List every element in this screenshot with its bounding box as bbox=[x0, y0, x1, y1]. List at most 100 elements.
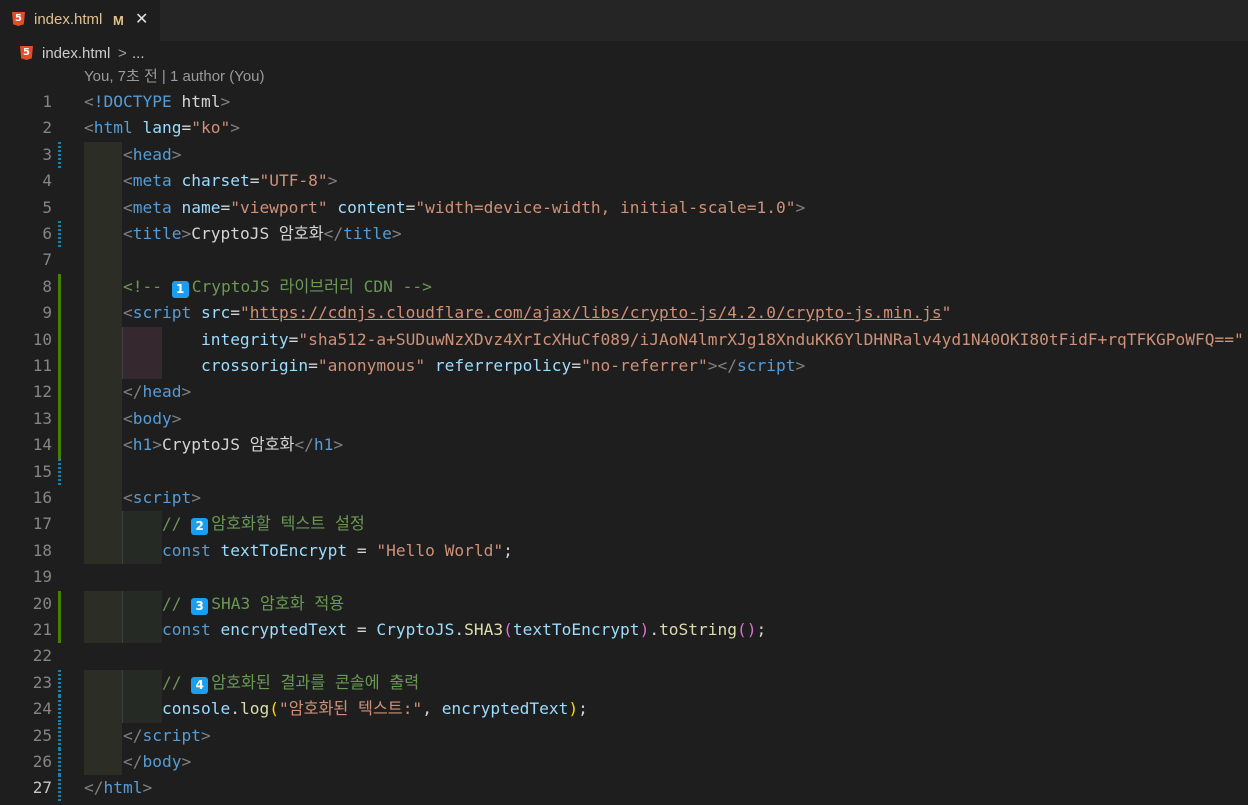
indent-guide bbox=[84, 458, 123, 485]
code-line[interactable]: 6 <title>CryptoJS 암호화</title> bbox=[0, 221, 1248, 248]
gutter-added-marker[interactable] bbox=[58, 353, 61, 380]
code-line[interactable]: 18 const textToEncrypt = "Hello World"; bbox=[0, 537, 1248, 565]
code-line[interactable]: 22 bbox=[0, 643, 1248, 669]
code-token: < bbox=[122, 197, 133, 217]
code-editor[interactable]: 1 <!DOCTYPE html> 2 <html lang="ko"> 3 <head… bbox=[0, 89, 1248, 805]
gutter-added-marker[interactable] bbox=[58, 326, 61, 353]
code-line[interactable]: 16 <script> bbox=[0, 485, 1248, 512]
git-blame-lens[interactable]: You, 7초 전 | 1 author (You) bbox=[84, 67, 265, 87]
breadcrumb-file[interactable]: index.html bbox=[42, 44, 110, 64]
code-token: </ bbox=[294, 435, 314, 455]
code-text: <meta name="viewport" content="width=dev… bbox=[84, 195, 805, 221]
code-token: const bbox=[161, 540, 221, 560]
code-line[interactable]: 17 // 2 암호화할 텍스트 설정 bbox=[0, 511, 1248, 538]
gutter-modified-marker[interactable] bbox=[58, 775, 61, 802]
code-line[interactable]: 26 </body> bbox=[0, 749, 1248, 776]
code-line[interactable]: 14 <h1>CryptoJS 암호화</h1> bbox=[0, 432, 1248, 459]
code-text: // 3 SHA3 암호화 적용 bbox=[84, 591, 344, 617]
code-text: integrity="sha512-a+SUDuwNzXDvz4XrIcXHuC… bbox=[84, 327, 1244, 353]
gutter-modified-marker[interactable] bbox=[58, 141, 61, 169]
chevron-right-icon: > bbox=[118, 45, 127, 62]
code-token: https://cdnjs.cloudflare.com/ajax/libs/c… bbox=[249, 303, 942, 323]
gutter-modified-marker[interactable] bbox=[58, 669, 61, 697]
code-token: = bbox=[249, 171, 260, 191]
code-line[interactable]: 20 // 3 SHA3 암호화 적용 bbox=[0, 590, 1248, 617]
line-number: 5 bbox=[42, 197, 52, 217]
code-token: <!-- bbox=[122, 276, 172, 296]
code-line[interactable]: 21 const encryptedText = CryptoJS.SHA3(t… bbox=[0, 617, 1248, 644]
gutter-added-marker[interactable] bbox=[58, 405, 61, 433]
code-line[interactable]: 9 <script src="https://cdnjs.cloudflare.… bbox=[0, 300, 1248, 327]
code-token: ( bbox=[503, 620, 513, 639]
line-number: 22 bbox=[32, 646, 52, 666]
code-line[interactable]: 25 </script> bbox=[0, 722, 1248, 749]
code-line[interactable]: 23 // 4 암호화된 결과를 콘솔에 출력 bbox=[0, 669, 1248, 697]
code-line[interactable]: 13 <body> bbox=[0, 405, 1248, 433]
code-line[interactable]: 1 <!DOCTYPE html> bbox=[0, 89, 1248, 115]
code-token: = bbox=[230, 303, 240, 323]
breadcrumb-more[interactable]: ... bbox=[132, 44, 145, 64]
gutter-added-marker[interactable] bbox=[58, 590, 61, 617]
tab-index-html[interactable]: 5 index.html M ✕ bbox=[0, 0, 160, 41]
code-token: > bbox=[327, 171, 338, 191]
gutter-added-marker[interactable] bbox=[58, 432, 61, 459]
code-text: <title>CryptoJS 암호화</title> bbox=[84, 221, 402, 247]
code-line[interactable]: 10 integrity="sha512-a+SUDuwNzXDvz4XrIcX… bbox=[0, 326, 1248, 353]
code-line[interactable]: 5 <meta name="viewport" content="width=d… bbox=[0, 194, 1248, 221]
code-token: textToEncrypt bbox=[220, 540, 348, 560]
code-line[interactable]: 2 <html lang="ko"> bbox=[0, 115, 1248, 141]
code-line[interactable]: 27 </html> bbox=[0, 775, 1248, 802]
line-number: 4 bbox=[42, 171, 52, 191]
code-token: "sha512-a+SUDuwNzXDvz4XrIcXHuCf089/iJAoN… bbox=[298, 329, 1244, 349]
code-token: textToEncrypt bbox=[512, 620, 640, 639]
code-text: const textToEncrypt = "Hello World"; bbox=[84, 538, 513, 564]
code-line[interactable]: 15 bbox=[0, 458, 1248, 485]
gutter-modified-marker[interactable] bbox=[58, 221, 61, 248]
gutter-modified-marker[interactable] bbox=[58, 458, 61, 485]
gutter-added-marker[interactable] bbox=[58, 379, 61, 406]
gutter-modified-marker[interactable] bbox=[58, 722, 61, 749]
code-token: encryptedText bbox=[220, 620, 348, 639]
gutter-added-marker[interactable] bbox=[58, 300, 61, 327]
code-token: < bbox=[122, 303, 133, 323]
code-token: . bbox=[230, 699, 240, 719]
code-line[interactable]: 19 bbox=[0, 564, 1248, 590]
code-text: <!DOCTYPE html> bbox=[84, 89, 230, 115]
code-token: > bbox=[333, 435, 344, 455]
gutter-added-marker[interactable] bbox=[58, 273, 61, 301]
close-icon[interactable]: ✕ bbox=[135, 9, 148, 29]
code-line[interactable]: 3 <head> bbox=[0, 141, 1248, 169]
gutter-modified-marker[interactable] bbox=[58, 696, 61, 723]
code-token: script bbox=[132, 303, 201, 323]
code-token: head bbox=[142, 382, 182, 402]
code-line[interactable]: 8 <!-- 1 CryptoJS 라이브러리 CDN --> bbox=[0, 273, 1248, 301]
code-token: ></ bbox=[707, 356, 738, 375]
code-token: !DOCTYPE bbox=[93, 92, 182, 111]
code-token: script bbox=[132, 488, 192, 507]
code-line[interactable]: 7 bbox=[0, 247, 1248, 274]
code-line[interactable]: 24 console.log("암호화된 텍스트:", encryptedTex… bbox=[0, 696, 1248, 723]
code-token: > bbox=[391, 224, 402, 243]
code-text: // 4 암호화된 결과를 콘솔에 출력 bbox=[84, 670, 419, 696]
code-token: log bbox=[239, 699, 270, 719]
code-line[interactable]: 11 crossorigin="anonymous" referrerpolic… bbox=[0, 353, 1248, 380]
code-token: > bbox=[200, 725, 211, 745]
code-line[interactable]: 4 <meta charset="UTF-8"> bbox=[0, 168, 1248, 195]
line-number: 25 bbox=[32, 725, 52, 745]
code-line[interactable]: 12 </head> bbox=[0, 379, 1248, 406]
code-token: content bbox=[337, 197, 406, 217]
gutter-modified-marker[interactable] bbox=[58, 749, 61, 776]
code-token: CryptoJS 암호화 bbox=[161, 435, 295, 455]
gutter-added-marker[interactable] bbox=[58, 617, 61, 644]
